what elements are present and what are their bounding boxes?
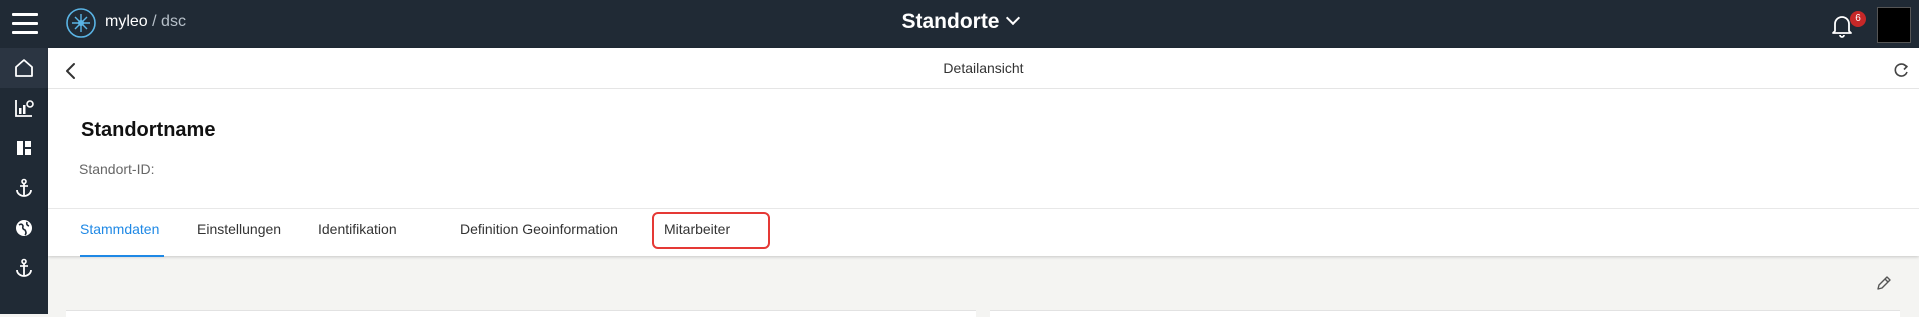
- detail-card: Detailansicht Standortname Standort-ID: …: [48, 48, 1919, 257]
- sidebar-item-globe[interactable]: [0, 208, 48, 248]
- sidebar-item-anchor[interactable]: [0, 168, 48, 208]
- tab-mitarbeiter-highlight: [652, 212, 770, 249]
- tab-stammdaten[interactable]: Stammdaten: [80, 221, 159, 237]
- sidebar-item-home[interactable]: [0, 48, 48, 88]
- location-id-label: Standort-ID:: [79, 161, 155, 177]
- home-icon: [15, 59, 33, 77]
- sidebar: [0, 48, 48, 314]
- header-divider: [48, 88, 1919, 89]
- detail-view-title: Detailansicht: [943, 60, 1024, 76]
- avatar[interactable]: [1877, 7, 1911, 43]
- sidebar-item-dashboard[interactable]: [0, 128, 48, 168]
- anchor-icon: [16, 178, 32, 197]
- top-bar: myleo / dsc Standorte 6: [0, 0, 1919, 48]
- sidebar-item-chart-settings[interactable]: [0, 88, 48, 128]
- active-tab-indicator: [80, 255, 164, 257]
- page-title: Standorte: [901, 10, 1000, 33]
- edit-pencil-icon[interactable]: [1874, 273, 1894, 293]
- tabs-divider: [48, 208, 1919, 209]
- chevron-down-icon: [1005, 10, 1020, 26]
- dashboard-icon: [17, 141, 31, 155]
- tab-definition-geoinformation[interactable]: Definition Geoinformation: [460, 221, 618, 237]
- refresh-icon[interactable]: [1891, 60, 1911, 80]
- location-name: Standortname: [81, 119, 216, 141]
- globe-icon: [16, 220, 32, 236]
- tab-identifikation[interactable]: Identifikation: [318, 221, 397, 237]
- tab-einstellungen[interactable]: Einstellungen: [197, 221, 281, 237]
- anchor-icon: [16, 258, 32, 277]
- notification-badge: 6: [1850, 11, 1866, 27]
- sidebar-item-anchor-2[interactable]: [0, 248, 48, 288]
- chart-settings-icon: [15, 100, 34, 117]
- page-title-dropdown[interactable]: Standorte: [0, 10, 1919, 34]
